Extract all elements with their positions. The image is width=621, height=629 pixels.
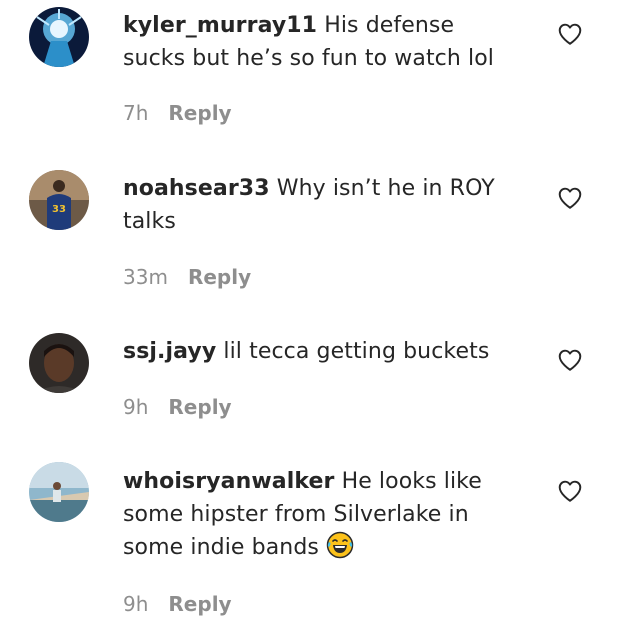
svg-text:33: 33 (52, 204, 66, 215)
comment-body: whoisryanwalker He looks like some hipst… (123, 465, 523, 564)
comment-body: kyler_murray11 His defense sucks but he’… (123, 9, 523, 75)
comment-body: ssj.jayy lil tecca getting buckets (123, 335, 523, 368)
comment-time: 33m (123, 265, 168, 289)
comment-meta: 7h Reply (123, 101, 232, 125)
comment-username[interactable]: noahsear33 (123, 176, 270, 201)
comment-username[interactable]: kyler_murray11 (123, 13, 317, 38)
heart-icon[interactable] (557, 347, 583, 373)
comment-text: lil tecca getting buckets (223, 339, 490, 364)
comment-meta: 33m Reply (123, 265, 251, 289)
avatar[interactable] (29, 333, 89, 393)
heart-icon[interactable] (557, 185, 583, 211)
comment-username[interactable]: whoisryanwalker (123, 469, 334, 494)
reply-button[interactable]: Reply (168, 395, 231, 419)
reply-button[interactable]: Reply (168, 592, 231, 616)
comment-time: 9h (123, 395, 149, 419)
heart-icon[interactable] (557, 21, 583, 47)
comment-time: 7h (123, 101, 149, 125)
laughing-crying-emoji-icon (326, 531, 354, 559)
avatar[interactable]: 33 (29, 170, 89, 230)
comment-meta: 9h Reply (123, 395, 232, 419)
comment-time: 9h (123, 592, 149, 616)
comment-meta: 9h Reply (123, 592, 232, 616)
heart-icon[interactable] (557, 478, 583, 504)
avatar[interactable] (29, 462, 89, 522)
avatar[interactable] (29, 7, 89, 67)
comment-body: noahsear33 Why isn’t he in ROY talks (123, 172, 523, 238)
reply-button[interactable]: Reply (188, 265, 251, 289)
comment-username[interactable]: ssj.jayy (123, 339, 216, 364)
reply-button[interactable]: Reply (168, 101, 231, 125)
